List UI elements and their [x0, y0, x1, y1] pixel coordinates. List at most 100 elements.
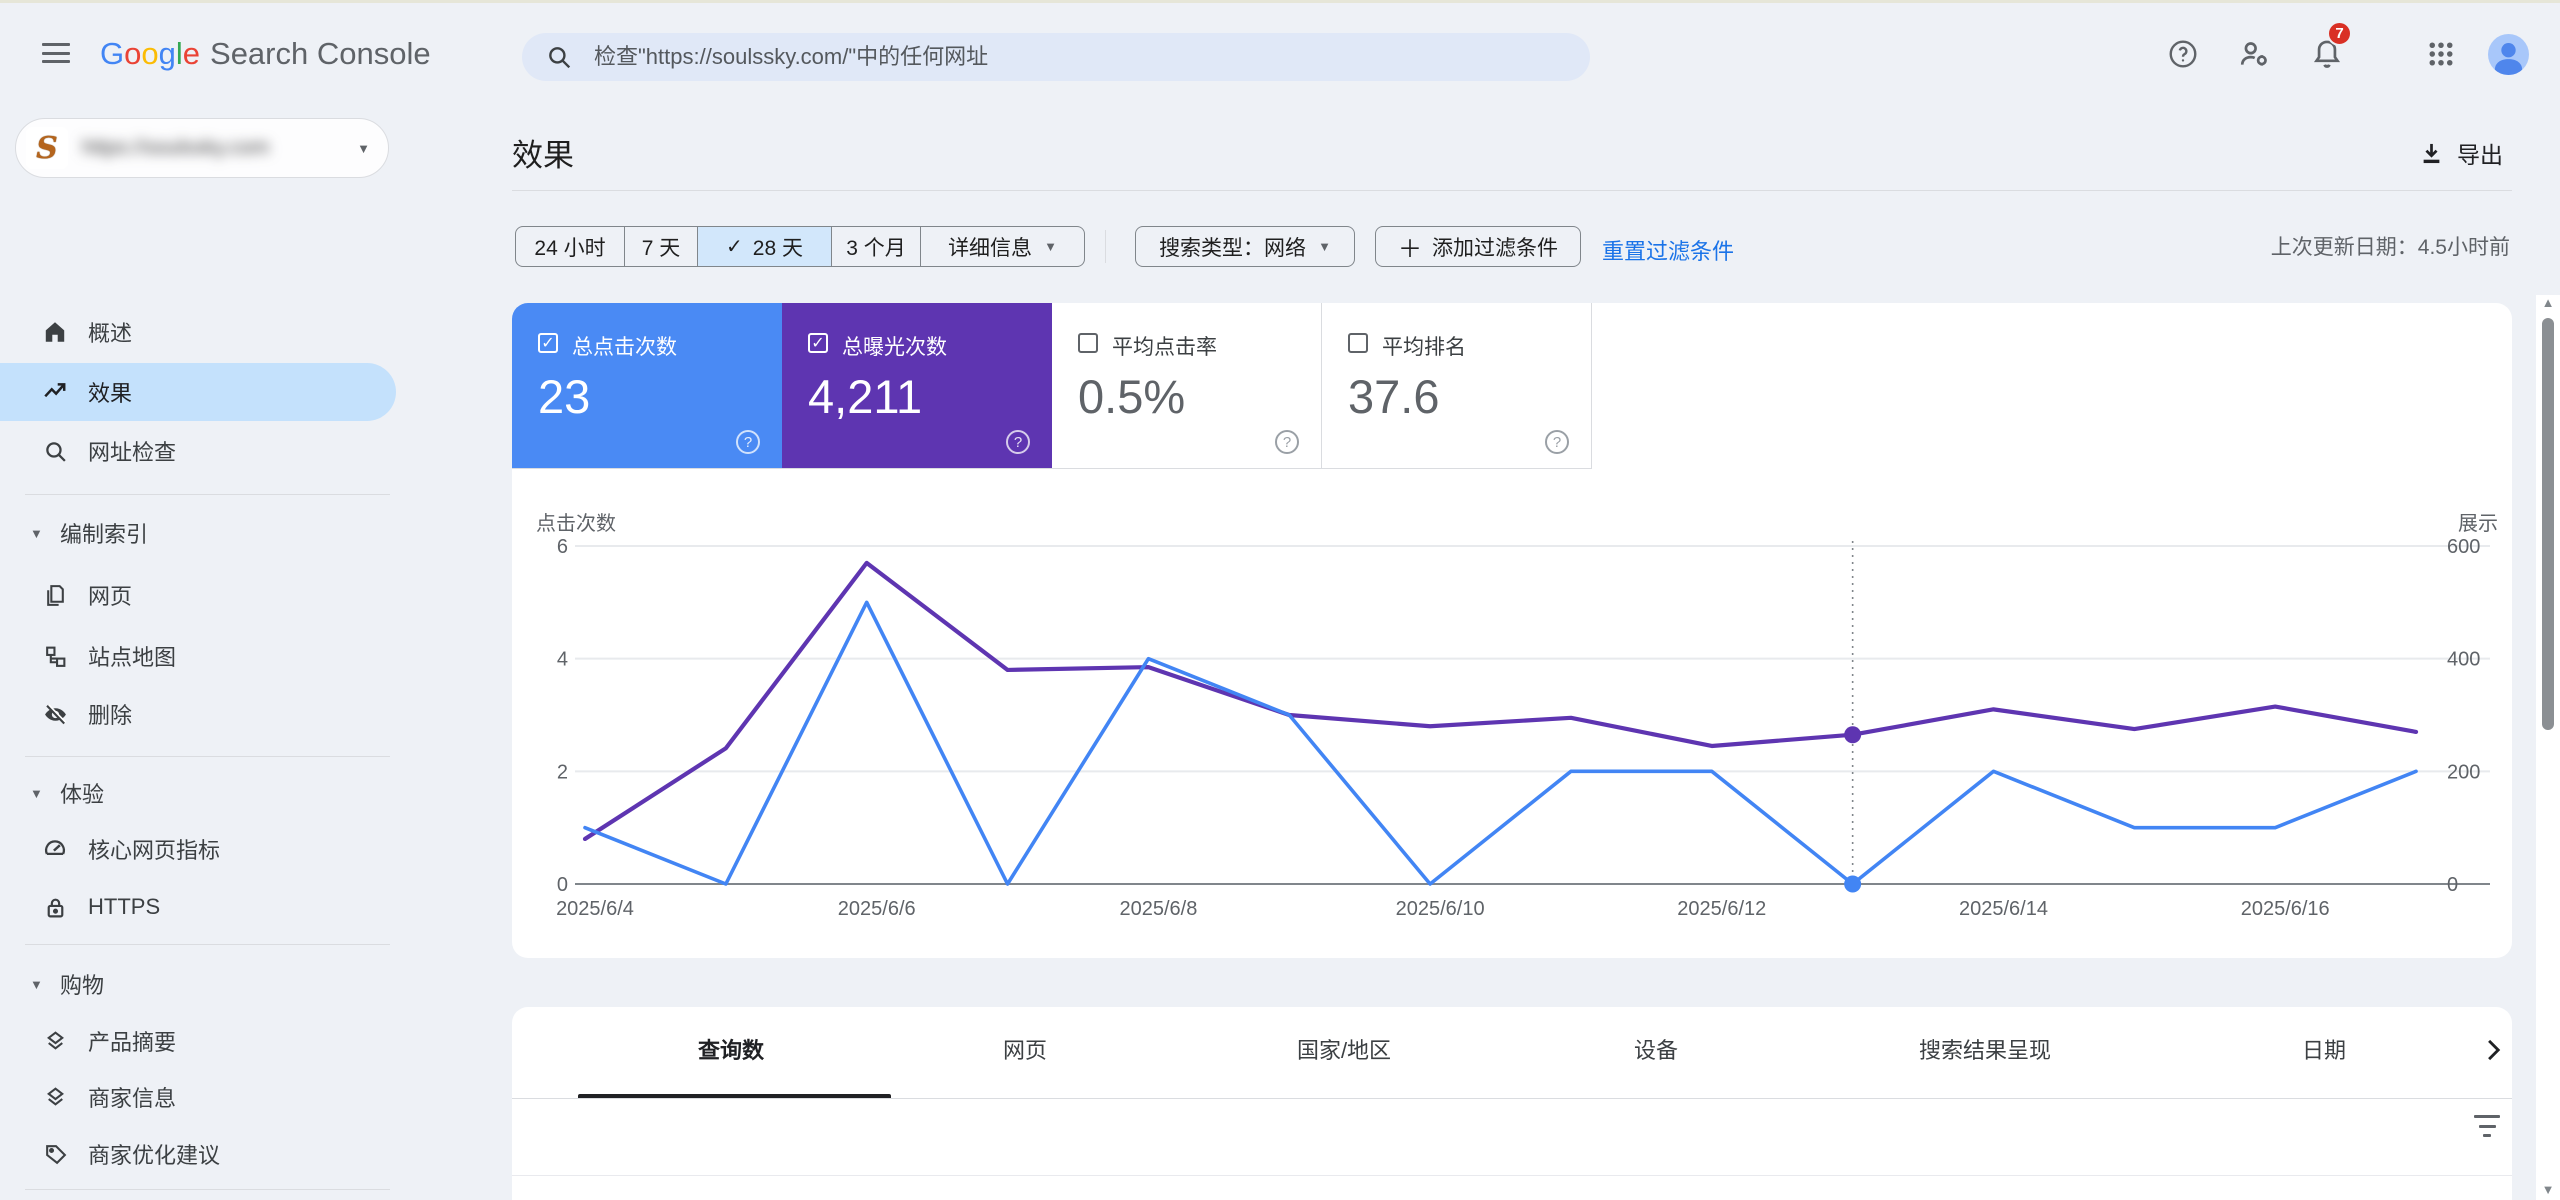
sidebar-item-product-snippets[interactable]: 产品摘要 [0, 1017, 396, 1065]
help-icon[interactable] [2166, 37, 2200, 71]
sidebar-item-label: 删除 [88, 703, 133, 728]
export-label: 导出 [2457, 142, 2503, 168]
property-domain-blurred: https://soulssky.com [82, 136, 270, 159]
sidebar-item-url-inspection[interactable]: 网址检查 [0, 427, 396, 475]
caret-down-icon: ▼ [357, 140, 370, 156]
sidebar-divider [25, 494, 390, 495]
tab-devices[interactable]: 设备 [1634, 1033, 1678, 1065]
range-7d-button[interactable]: 7 天 [625, 226, 698, 267]
settings-users-icon[interactable] [2238, 37, 2272, 71]
sidebar-item-removals[interactable]: 删除 [0, 690, 396, 738]
range-24h-button[interactable]: 24 小时 [515, 226, 625, 267]
performance-line-chart[interactable]: 6 6004 4002 2000 02025/6/4 2025/6/6 2025/6/8 20… [512, 303, 2512, 958]
sidebar-item-performance[interactable]: 效果 [0, 363, 396, 421]
tab-divider [512, 1098, 2512, 1099]
layers-icon [42, 1028, 68, 1054]
sidebar: S https://soulssky.com ▼ 概述 效果 网址检查 ▼ 编制… [0, 96, 430, 1200]
caret-down-icon: ▼ [30, 785, 43, 801]
search-icon [549, 47, 571, 69]
scrollbar-thumb[interactable] [2542, 318, 2554, 730]
tab-search-appearance[interactable]: 搜索结果呈现 [1919, 1033, 2051, 1065]
sidebar-item-pages[interactable]: 网页 [0, 571, 396, 619]
app-logo[interactable]: Google Search Console [100, 36, 431, 72]
svg-text:2025/6/12: 2025/6/12 [1677, 898, 1766, 920]
add-filter-button[interactable]: ＋添加过滤条件 [1375, 226, 1581, 267]
scroll-down-icon[interactable]: ▼ [2541, 1183, 2555, 1196]
table-row-divider [512, 1175, 2512, 1176]
check-icon: ✓ [726, 236, 743, 258]
search-input[interactable] [594, 44, 1554, 70]
svg-text:2025/6/6: 2025/6/6 [838, 898, 916, 920]
sidebar-item-overview[interactable]: 概述 [0, 308, 396, 356]
svg-text:0: 0 [2447, 874, 2458, 896]
section-label: 编制索引 [60, 522, 149, 547]
scroll-up-icon[interactable]: ▲ [2541, 296, 2555, 309]
search-console-app: Google Search Console 7 S https://soulss… [0, 0, 2560, 1200]
svg-text:0: 0 [557, 874, 568, 896]
plus-icon: ＋ [1398, 236, 1422, 263]
caret-down-icon: ▼ [1318, 239, 1331, 254]
sidebar-item-label: 商家信息 [88, 1086, 177, 1111]
google-logo: Google [100, 36, 201, 71]
export-button[interactable]: 导出 [2418, 136, 2503, 170]
download-icon [2423, 143, 2440, 163]
last-updated-text: 上次更新日期：4.5小时前 [2270, 236, 2510, 259]
account-avatar[interactable] [2488, 34, 2529, 75]
menu-icon[interactable] [42, 43, 70, 63]
page-title: 效果 [512, 138, 574, 173]
sidebar-section-shopping[interactable]: ▼ 购物 [0, 962, 396, 1006]
performance-card: ✓ 总点击次数 23 ? ✓ 总曝光次数 4,211 ? 平均点击率 0.5% … [512, 303, 2512, 958]
pages-icon [42, 582, 68, 608]
sidebar-item-label: HTTPS [88, 894, 161, 919]
sidebar-item-merchant-listings[interactable]: 商家信息 [0, 1073, 396, 1121]
eye-off-icon [42, 701, 68, 727]
caret-down-icon: ▼ [30, 976, 43, 992]
sidebar-item-label: 核心网页指标 [88, 838, 221, 863]
lock-icon [42, 894, 68, 920]
tab-dates[interactable]: 日期 [2302, 1033, 2346, 1065]
sidebar-section-experience[interactable]: ▼ 体验 [0, 771, 396, 815]
notification-badge: 7 [2327, 21, 2352, 46]
svg-text:2025/6/14: 2025/6/14 [1959, 898, 2048, 920]
header-divider [512, 190, 2512, 191]
svg-text:2: 2 [557, 761, 568, 783]
range-3m-button[interactable]: 3 个月 [832, 226, 921, 267]
tab-countries[interactable]: 国家/地区 [1297, 1033, 1391, 1065]
sidebar-item-sitemaps[interactable]: 站点地图 [0, 632, 396, 680]
top-bar: Google Search Console 7 [0, 3, 2560, 96]
sidebar-item-core-web-vitals[interactable]: 核心网页指标 [0, 825, 396, 873]
tab-pages[interactable]: 网页 [1003, 1033, 1047, 1065]
sidebar-item-label: 商家优化建议 [88, 1143, 221, 1168]
svg-text:400: 400 [2447, 649, 2480, 671]
svg-text:4: 4 [557, 649, 568, 671]
tabs-scroll-right-icon[interactable] [2484, 1037, 2502, 1068]
sidebar-item-merchant-opportunities[interactable]: 商家优化建议 [0, 1130, 396, 1178]
app-logo-suffix: Search Console [210, 36, 431, 71]
section-label: 购物 [60, 973, 105, 998]
range-28d-button[interactable]: ✓ 28 天 [698, 226, 832, 267]
svg-text:200: 200 [2447, 761, 2480, 783]
sidebar-section-indexing[interactable]: ▼ 编制索引 [0, 511, 396, 555]
range-details-dropdown[interactable]: 详细信息 ▼ [921, 226, 1085, 267]
search-type-dropdown[interactable]: 搜索类型：网络 ▼ [1135, 226, 1355, 267]
sidebar-item-label: 网址检查 [88, 440, 177, 465]
caret-down-icon: ▼ [1044, 239, 1057, 254]
tab-queries[interactable]: 查询数 [698, 1033, 764, 1065]
home-icon [42, 319, 68, 345]
site-favicon: S [26, 127, 68, 169]
url-inspection-searchbar[interactable] [522, 33, 1590, 81]
table-filter-icon[interactable] [2474, 1115, 2500, 1137]
apps-grid-icon[interactable] [2424, 37, 2458, 71]
svg-text:600: 600 [2447, 536, 2480, 558]
sidebar-divider [25, 756, 390, 757]
sidebar-item-label: 站点地图 [88, 645, 177, 670]
sidebar-item-label: 效果 [88, 381, 133, 406]
reset-filters-link[interactable]: 重置过滤条件 [1602, 234, 1734, 266]
sidebar-divider [25, 1189, 390, 1190]
sidebar-item-https[interactable]: HTTPS [0, 883, 396, 931]
magnifier-icon [42, 438, 68, 464]
property-selector[interactable]: S https://soulssky.com ▼ [15, 118, 389, 178]
svg-text:6: 6 [557, 536, 568, 558]
sitemap-icon [42, 643, 68, 669]
sidebar-item-label: 产品摘要 [88, 1030, 177, 1055]
